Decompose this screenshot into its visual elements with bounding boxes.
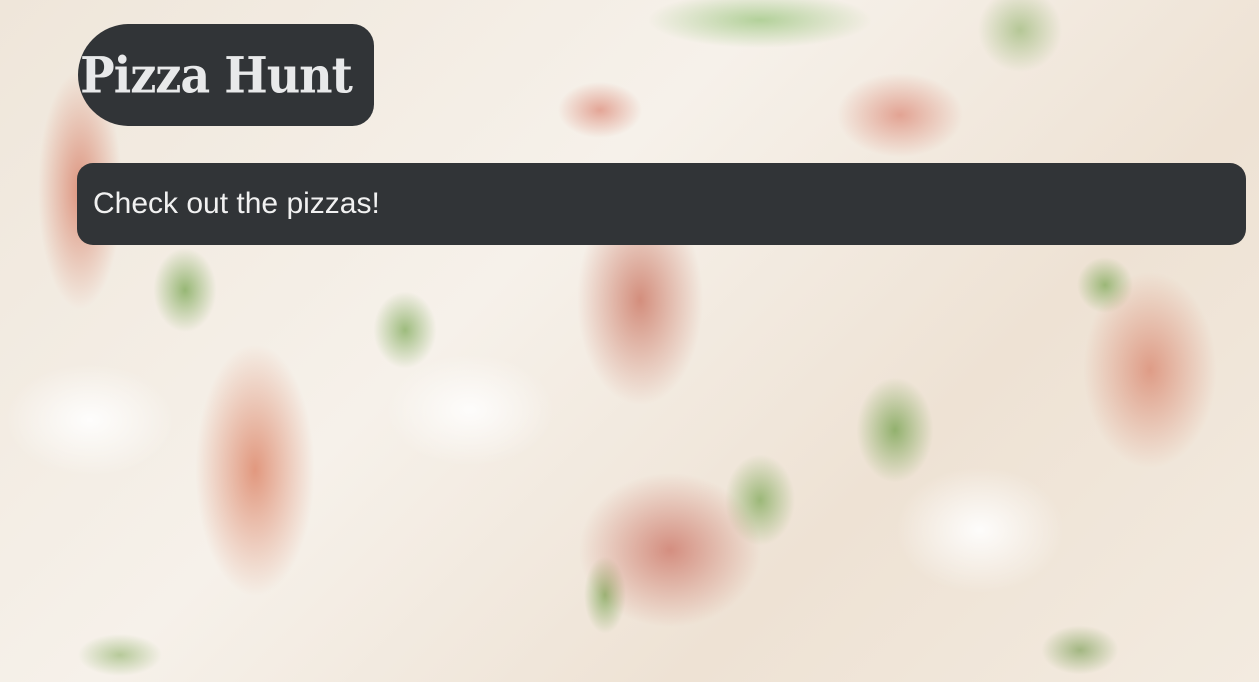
banner-text: Check out the pizzas! — [93, 187, 380, 220]
pizzas-link-banner[interactable]: Check out the pizzas! — [77, 163, 1246, 245]
site-logo[interactable]: Pizza Hunt — [78, 24, 374, 126]
page: Pizza Hunt Check out the pizzas! — [0, 0, 1259, 682]
logo-text: Pizza Hunt — [80, 45, 353, 105]
